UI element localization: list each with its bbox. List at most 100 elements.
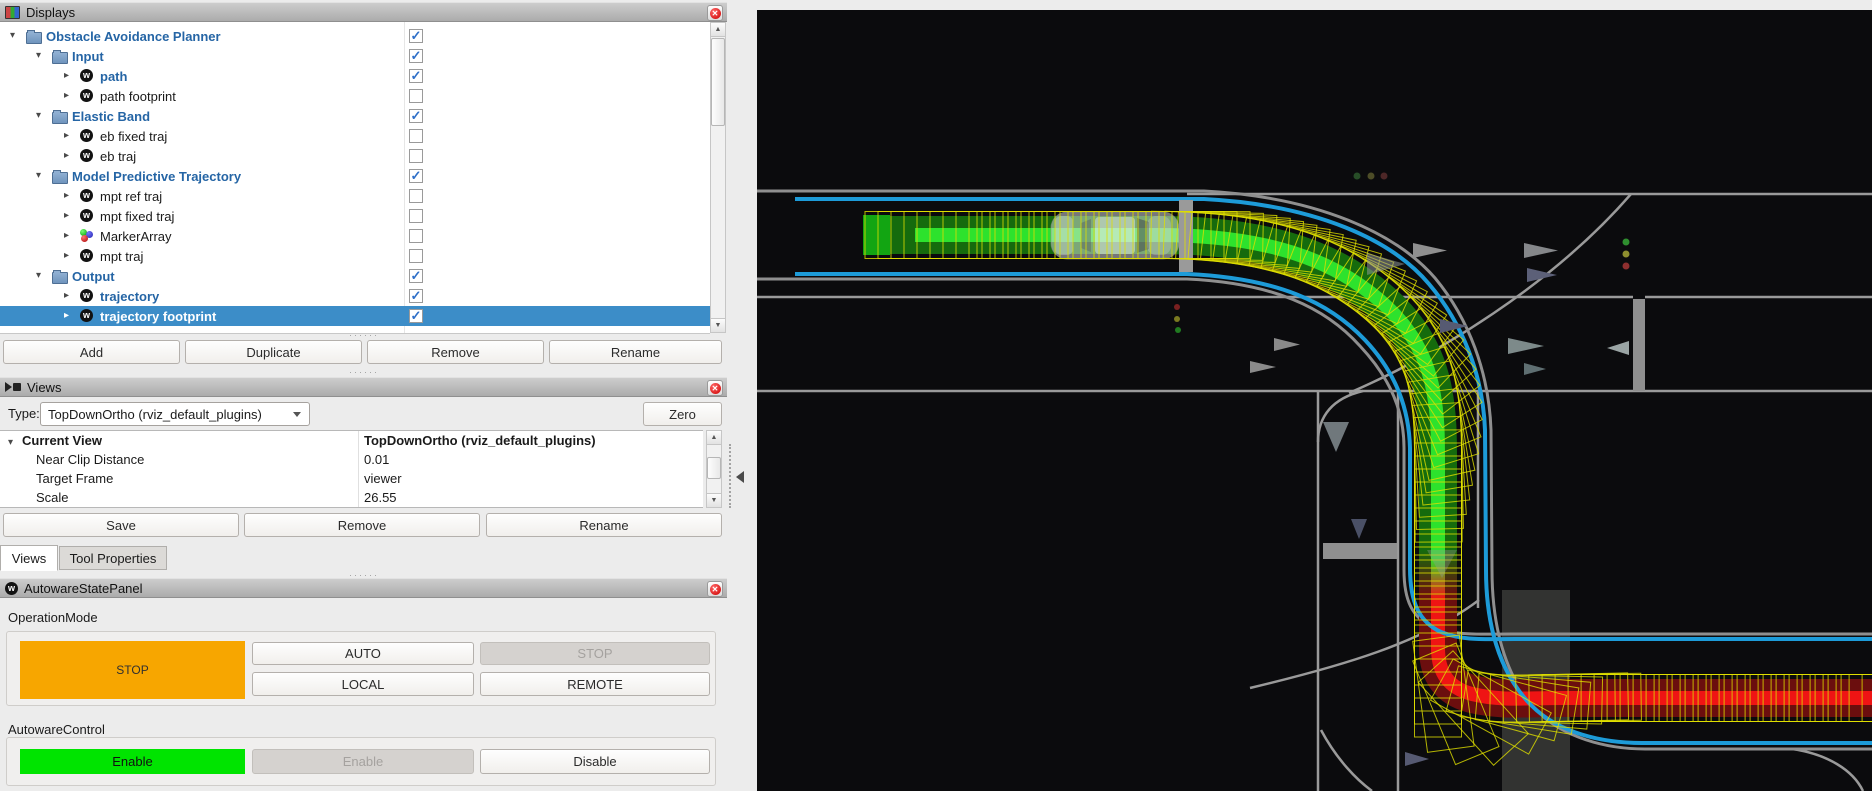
collapse-icon[interactable]: ▾ — [36, 270, 41, 282]
enabled-checkbox[interactable] — [409, 189, 423, 203]
tree-row-trajectory-footprint[interactable]: ▸wtrajectory footprint✓ — [0, 306, 710, 326]
property-row-Target-Frame[interactable]: Target Frame viewer — [0, 470, 703, 489]
tree-row-path[interactable]: ▸wpath✓ — [0, 66, 710, 86]
enabled-checkbox[interactable] — [409, 129, 423, 143]
displays-tree[interactable]: ▾Obstacle Avoidance Planner✓▾Input✓▸wpat… — [0, 22, 710, 334]
local-button[interactable]: LOCAL — [252, 672, 474, 696]
expand-icon[interactable]: ▸ — [64, 150, 69, 162]
collapse-icon[interactable]: ▾ — [36, 50, 41, 62]
enabled-checkbox[interactable]: ✓ — [409, 309, 423, 323]
enabled-checkbox[interactable] — [409, 209, 423, 223]
tree-row-MarkerArray[interactable]: ▸MarkerArray — [0, 226, 710, 246]
current-view-properties[interactable]: ▾Current ViewTopDownOrtho (rviz_default_… — [0, 430, 703, 508]
autoware-panel-header[interactable]: w AutowareStatePanel ✕ — [0, 578, 727, 598]
scroll-down-icon[interactable]: ▼ — [711, 318, 725, 332]
scroll-up-icon[interactable]: ▲ — [711, 23, 725, 37]
expand-icon[interactable]: ▸ — [64, 250, 69, 262]
enabled-checkbox[interactable]: ✓ — [409, 69, 423, 83]
expand-icon[interactable]: ▸ — [64, 130, 69, 142]
property-name: Target Frame — [36, 471, 113, 486]
property-value[interactable]: 26.55 — [364, 490, 397, 505]
remove-button[interactable]: Remove — [244, 513, 480, 537]
view-type-combobox[interactable]: TopDownOrtho (rviz_default_plugins) — [40, 402, 310, 426]
property-row-Current-View[interactable]: ▾Current ViewTopDownOrtho (rviz_default_… — [0, 432, 703, 451]
autoware-display-icon: w — [80, 209, 93, 222]
auto-button[interactable]: AUTO — [252, 642, 474, 665]
tab-tool-properties[interactable]: Tool Properties — [59, 546, 167, 570]
tree-row-eb-traj[interactable]: ▸web traj — [0, 146, 710, 166]
views-close-button[interactable]: ✕ — [707, 380, 723, 396]
view-type-value: TopDownOrtho (rviz_default_plugins) — [48, 407, 262, 422]
tree-row-path-footprint[interactable]: ▸ w path footprint — [0, 86, 710, 106]
enabled-checkbox[interactable]: ✓ — [409, 269, 423, 283]
rename-button[interactable]: Rename — [549, 340, 722, 364]
trajectory-start-marker — [863, 215, 890, 255]
rename-button[interactable]: Rename — [486, 513, 722, 537]
collapse-icon[interactable]: ▾ — [36, 110, 41, 122]
tree-row-Elastic-Band[interactable]: ▾Elastic Band✓ — [0, 106, 710, 126]
tree-row-eb-fixed-traj[interactable]: ▸web fixed traj — [0, 126, 710, 146]
tree-row-mpt-fixed-traj[interactable]: ▸wmpt fixed traj — [0, 206, 710, 226]
collapse-icon[interactable]: ▾ — [10, 30, 15, 42]
stop-button: STOP — [480, 642, 710, 665]
expand-icon[interactable]: ▸ — [64, 310, 69, 322]
remove-button[interactable]: Remove — [367, 340, 544, 364]
render-viewport[interactable] — [757, 10, 1872, 791]
autoware-display-icon: w — [80, 89, 93, 102]
collapse-left-icon[interactable] — [736, 471, 744, 483]
scroll-down-icon[interactable]: ▼ — [707, 493, 721, 507]
displays-panel-header[interactable]: Displays ✕ — [0, 2, 727, 22]
tab-views[interactable]: Views — [0, 545, 58, 571]
enabled-checkbox[interactable]: ✓ — [409, 109, 423, 123]
property-value[interactable]: 0.01 — [364, 452, 389, 467]
enabled-checkbox[interactable]: ✓ — [409, 289, 423, 303]
scrollbar-thumb[interactable] — [711, 38, 725, 126]
tree-row-Model-Predictive-Trajectory[interactable]: ▾Model Predictive Trajectory✓ — [0, 166, 710, 186]
properties-scrollbar[interactable]: ▲ ▼ — [706, 430, 722, 508]
scrollbar-thumb[interactable] — [707, 457, 721, 479]
enabled-checkbox[interactable] — [409, 229, 423, 243]
splitter-handle[interactable]: ······ — [340, 330, 388, 340]
enabled-checkbox[interactable]: ✓ — [409, 29, 423, 43]
tree-item-label: path footprint — [100, 89, 176, 104]
autoware-display-icon: w — [80, 309, 93, 322]
tree-row-trajectory[interactable]: ▸wtrajectory✓ — [0, 286, 710, 306]
enabled-checkbox[interactable] — [409, 89, 423, 103]
tree-row-mpt-ref-traj[interactable]: ▸wmpt ref traj — [0, 186, 710, 206]
enabled-checkbox[interactable] — [409, 149, 423, 163]
displays-close-button[interactable]: ✕ — [707, 5, 723, 21]
property-row-Near-Clip-Distance[interactable]: Near Clip Distance0.01 — [0, 451, 703, 470]
property-value[interactable]: viewer — [364, 471, 402, 486]
splitter-handle[interactable]: ······ — [340, 367, 388, 377]
autoware-display-icon: w — [80, 289, 93, 302]
tree-row-Obstacle-Avoidance-Planner[interactable]: ▾Obstacle Avoidance Planner✓ — [0, 26, 710, 46]
enabled-checkbox[interactable]: ✓ — [409, 49, 423, 63]
duplicate-button[interactable]: Duplicate — [185, 340, 362, 364]
autoware-close-button[interactable]: ✕ — [707, 581, 723, 597]
panel-splitter[interactable] — [729, 444, 731, 508]
expand-icon[interactable]: ▸ — [64, 190, 69, 202]
expand-icon[interactable]: ▸ — [64, 70, 69, 82]
property-row-Scale[interactable]: Scale26.55 — [0, 489, 703, 508]
expand-icon[interactable]: ▸ — [64, 210, 69, 222]
tree-row-Output[interactable]: ▾Output✓ — [0, 266, 710, 286]
collapse-icon[interactable]: ▾ — [8, 437, 13, 448]
enabled-checkbox[interactable]: ✓ — [409, 169, 423, 183]
expand-icon[interactable]: ▸ — [64, 90, 69, 102]
displays-tree-scrollbar[interactable]: ▲ ▼ — [710, 22, 726, 333]
collapse-icon[interactable]: ▾ — [36, 170, 41, 182]
save-button[interactable]: Save — [3, 513, 239, 537]
enabled-checkbox[interactable] — [409, 249, 423, 263]
views-panel-header[interactable]: Views ✕ — [0, 377, 727, 397]
scroll-up-icon[interactable]: ▲ — [707, 431, 721, 445]
add-button[interactable]: Add — [3, 340, 180, 364]
property-value[interactable]: TopDownOrtho (rviz_default_plugins) — [364, 433, 596, 448]
expand-icon[interactable]: ▸ — [64, 290, 69, 302]
remote-button[interactable]: REMOTE — [480, 672, 710, 696]
tree-row-mpt-traj[interactable]: ▸wmpt traj — [0, 246, 710, 266]
view-type-label: Type: — [8, 406, 40, 421]
tree-row-Input[interactable]: ▾Input✓ — [0, 46, 710, 66]
expand-icon[interactable]: ▸ — [64, 230, 69, 242]
disable-button[interactable]: Disable — [480, 749, 710, 774]
zero-button[interactable]: Zero — [643, 402, 722, 426]
